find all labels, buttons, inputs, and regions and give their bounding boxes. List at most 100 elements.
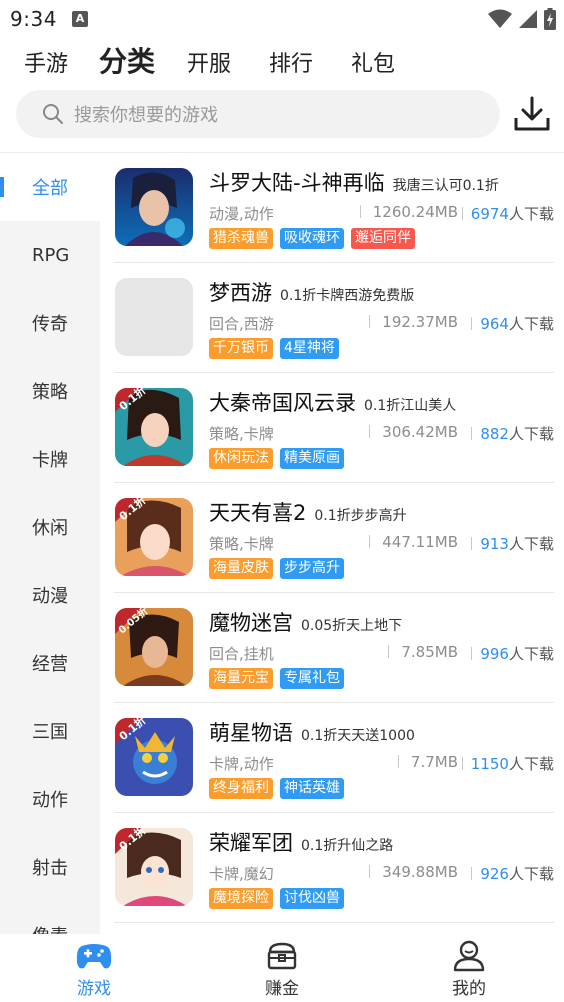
game-tags: 终身福利 神话英雄 [209, 778, 344, 799]
tab-rankings[interactable]: 排行 [269, 46, 313, 78]
game-tag: 步步高升 [280, 558, 344, 579]
tab-categories[interactable]: 分类 [99, 40, 156, 80]
sidebar-item-label: 射击 [32, 858, 68, 879]
sidebar-item-three-kingdoms[interactable]: 三国 [0, 697, 100, 765]
bottom-nav: 游戏 赚金 我的 [0, 934, 564, 1002]
game-size: 7.7MB [397, 753, 458, 771]
sidebar-item-all[interactable]: 全部 [0, 153, 100, 221]
sidebar-item-action[interactable]: 动作 [0, 765, 100, 833]
row-divider [114, 922, 554, 923]
tab-categories-label: 分类 [99, 45, 156, 78]
status-icons [488, 8, 556, 30]
download-count: 926 [480, 865, 509, 883]
game-size-value: 7.85MB [401, 643, 458, 661]
sidebar-item-casual[interactable]: 休闲 [0, 493, 100, 561]
sidebar-item-card[interactable]: 卡牌 [0, 425, 100, 493]
game-tags: 海量皮肤 步步高升 [209, 558, 344, 579]
game-row[interactable]: 梦西游 0.1折卡牌西游免费版 回合,西游 192.37MB 964人下载 千万银… [100, 263, 564, 373]
game-tag: 精美原画 [280, 448, 344, 469]
game-size-value: 192.37MB [382, 313, 458, 331]
tab-mobile-games[interactable]: 手游 [24, 46, 68, 78]
sidebar-item-management[interactable]: 经营 [0, 629, 100, 697]
game-downloads: 882人下载 [471, 423, 554, 444]
game-row[interactable]: 0.1折 大秦帝国风云录 0.1折江山美人 策略,卡牌 306.42MB 882人… [100, 373, 564, 483]
game-name: 大秦帝国风云录 [209, 391, 356, 415]
nav-games[interactable]: 游戏 [54, 940, 134, 999]
game-icon [115, 168, 193, 246]
game-subtitle: 0.1折卡牌西游免费版 [280, 288, 415, 304]
game-tags: 魔境探险 讨伐凶兽 [209, 888, 344, 909]
download-count: 913 [480, 535, 509, 553]
game-tag: 讨伐凶兽 [280, 888, 344, 909]
game-tag: 海量皮肤 [209, 558, 273, 579]
sidebar-item-label: 卡牌 [32, 450, 68, 471]
game-tags: 休闲玩法 精美原画 [209, 448, 344, 469]
search-input[interactable]: 搜索你想要的游戏 [16, 90, 500, 138]
game-size-value: 447.11MB [382, 533, 458, 551]
download-icon[interactable] [512, 96, 552, 134]
tab-new-servers[interactable]: 开服 [187, 46, 231, 78]
game-subtitle: 0.1折江山美人 [364, 398, 457, 414]
sidebar-item-anime[interactable]: 动漫 [0, 561, 100, 629]
game-tag: 魔境探险 [209, 888, 273, 909]
tab-gift-packs[interactable]: 礼包 [351, 46, 395, 78]
game-icon: 0.1折 [115, 718, 193, 796]
game-icon: 0.1折 [115, 498, 193, 576]
sidebar-item-rpg[interactable]: RPG [0, 221, 100, 289]
game-downloads: 1150人下载 [461, 753, 554, 774]
gamepad-icon [76, 944, 112, 969]
game-size-value: 7.7MB [410, 753, 458, 771]
sidebar-item-label: 经营 [32, 654, 68, 675]
game-tag: 邂逅同伴 [351, 228, 415, 249]
game-subtitle: 我唐三认可0.1折 [392, 178, 499, 194]
download-count: 882 [480, 425, 509, 443]
sidebar-item-strategy[interactable]: 策略 [0, 357, 100, 425]
game-row[interactable]: 0.1折 天天有喜2 0.1折步步高升 策略,卡牌 447.11MB 913人下载… [100, 483, 564, 593]
game-size: 192.37MB [369, 313, 458, 331]
sidebar-item-shooter[interactable]: 射击 [0, 833, 100, 901]
sidebar-item-label: RPG [32, 244, 70, 266]
sidebar-item-legend[interactable]: 传奇 [0, 289, 100, 357]
game-row[interactable]: 0.1折 荣耀军团 0.1折升仙之路 卡牌,魔幻 349.88MB 926人下载 … [100, 813, 564, 923]
sidebar-item-pixel[interactable]: 像素 [0, 901, 100, 934]
treasure-chest-icon [267, 942, 297, 970]
game-subtitle: 0.1折升仙之路 [301, 838, 394, 854]
download-suffix: 人下载 [508, 755, 554, 773]
game-row[interactable]: 0.05折 魔物迷宫 0.05折天上地下 回合,挂机 7.85MB 996人下载 … [100, 593, 564, 703]
game-tags: 海量元宝 专属礼包 [209, 668, 344, 689]
status-bar: 9:34 A [0, 0, 564, 40]
game-tag: 猎杀魂兽 [209, 228, 273, 249]
game-name: 梦西游 [209, 281, 272, 305]
game-name: 天天有喜2 [209, 501, 307, 525]
game-list: 斗罗大陆-斗神再临 我唐三认可0.1折 动漫,动作 1260.24MB 6974人… [100, 153, 564, 934]
sidebar-item-label: 三国 [32, 722, 68, 743]
game-genre: 策略,卡牌 [209, 425, 274, 443]
wifi-icon [488, 9, 512, 28]
game-subtitle: 0.1折天天送1000 [301, 728, 415, 744]
top-tabs: 手游 分类 开服 排行 礼包 [0, 42, 564, 82]
download-suffix: 人下载 [508, 315, 554, 333]
game-genre: 回合,西游 [209, 315, 274, 333]
game-row[interactable]: 斗罗大陆-斗神再临 我唐三认可0.1折 动漫,动作 1260.24MB 6974人… [100, 153, 564, 263]
game-row[interactable]: 0.1折 萌星物语 0.1折天天送1000 卡牌,动作 7.7MB 1150人下载… [100, 703, 564, 813]
game-tags: 千万银币 4星神将 [209, 338, 339, 359]
search-icon [43, 104, 63, 124]
game-size: 306.42MB [369, 423, 458, 441]
game-genre: 卡牌,魔幻 [209, 865, 274, 883]
game-tag: 吸收魂环 [280, 228, 344, 249]
game-title: 斗罗大陆-斗神再临 我唐三认可0.1折 [209, 167, 499, 197]
nav-profile[interactable]: 我的 [429, 940, 509, 999]
game-tag: 海量元宝 [209, 668, 273, 689]
nav-earn[interactable]: 赚金 [242, 940, 322, 999]
game-downloads: 926人下载 [471, 863, 554, 884]
game-size-value: 1260.24MB [372, 203, 458, 221]
game-size-value: 349.88MB [382, 863, 458, 881]
download-suffix: 人下载 [508, 865, 554, 883]
game-size: 447.11MB [369, 533, 458, 551]
game-title: 天天有喜2 0.1折步步高升 [209, 497, 407, 527]
game-tag: 神话英雄 [280, 778, 344, 799]
nav-label: 我的 [452, 979, 486, 999]
download-suffix: 人下载 [508, 205, 554, 223]
download-suffix: 人下载 [508, 425, 554, 443]
game-genre: 回合,挂机 [209, 645, 274, 663]
